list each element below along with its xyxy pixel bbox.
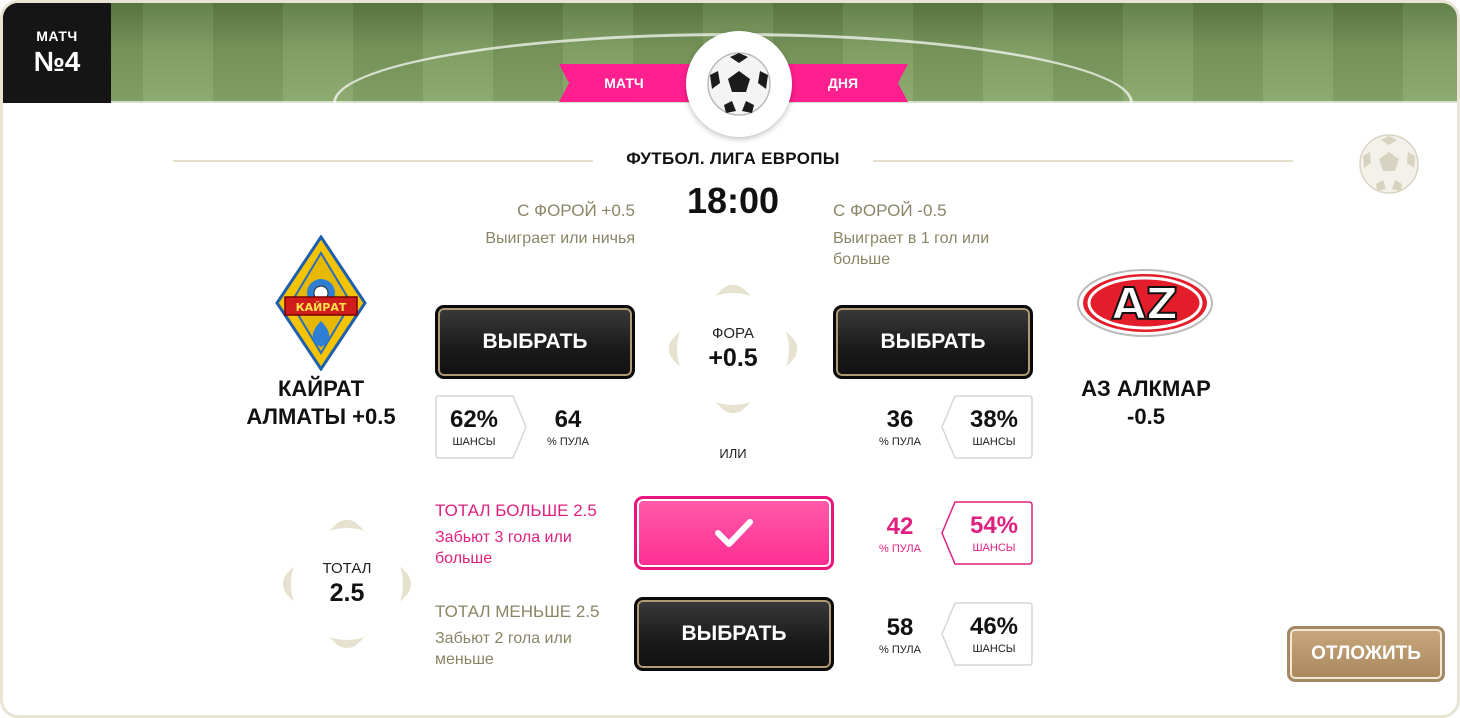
total-under-chance-pct: 46%: [969, 613, 1019, 640]
total-over-desc-line1: Забьют 3 гола или: [435, 529, 572, 546]
away-logo-text: AZ: [1112, 279, 1178, 330]
away-pool-label: % ПУЛА: [879, 436, 921, 448]
total-under-pool: 58 % ПУЛА: [865, 614, 935, 656]
home-team-name-line2: АЛМАТЫ +0.5: [246, 404, 396, 429]
total-over-selected-button[interactable]: [634, 496, 834, 570]
total-under-pool-label: % ПУЛА: [879, 644, 921, 656]
home-team-logo: КАЙРАТ: [275, 234, 367, 372]
total-label: ТОТАЛ: [322, 560, 372, 577]
checkmark-icon: [715, 519, 753, 547]
away-chance-chip: 38% ШАНСЫ: [941, 395, 1033, 459]
handicap-badge-circle: ФОРА +0.5: [677, 293, 789, 405]
away-pool-value: 36: [886, 406, 914, 433]
home-team-name-line1: КАЙРАТ: [277, 376, 365, 401]
total-over-title: ТОТАЛ БОЛЬШЕ 2.5: [435, 501, 597, 520]
handicap-value: +0.5: [708, 344, 758, 372]
total-over-pool-label: % ПУЛА: [879, 543, 921, 555]
match-number: №4: [33, 46, 81, 77]
divider-right: [873, 160, 1293, 162]
away-team-name-line2: -0.5: [1127, 404, 1165, 429]
away-handicap-desc-line1: Выиграет в 1 гол или: [833, 230, 990, 247]
total-over-desc-line2: больше: [435, 550, 493, 567]
total-over-chance-chip: 54% ШАНСЫ: [941, 501, 1033, 565]
away-chance-pct: 38%: [969, 406, 1019, 433]
home-pool: 64 % ПУЛА: [533, 406, 603, 448]
match-card: МАТЧ №4 МАТЧ ДНЯ ФУТБОЛ. ЛИГА ЕВРОПЫ 18:…: [0, 0, 1460, 718]
total-value: 2.5: [329, 579, 365, 607]
away-handicap-title: С ФОРОЙ -0.5: [833, 201, 947, 220]
away-team-logo: AZ: [1076, 268, 1214, 338]
total-badge-circle: ТОТАЛ 2.5: [291, 528, 403, 640]
handicap-label: ФОРА: [711, 325, 755, 342]
home-handicap-select-button[interactable]: ВЫБРАТЬ: [435, 305, 635, 379]
total-under-title: ТОТАЛ МЕНЬШЕ 2.5: [435, 602, 600, 621]
total-over-pool-value: 42: [886, 513, 914, 540]
total-under-select-button[interactable]: ВЫБРАТЬ: [634, 597, 834, 671]
home-team-name: КАЙРАТ АЛМАТЫ +0.5: [235, 375, 407, 431]
away-handicap-desc: Выиграет в 1 гол или больше: [833, 228, 1053, 270]
total-under-desc-line1: Забьют 2 гола или: [435, 630, 572, 647]
away-handicap-select-button[interactable]: ВЫБРАТЬ: [833, 305, 1033, 379]
total-under-desc: Забьют 2 гола или меньше: [435, 628, 635, 670]
home-handicap-title: С ФОРОЙ +0.5: [517, 201, 635, 220]
total-over-chance-label: ШАНСЫ: [972, 542, 1016, 554]
league-title: ФУТБОЛ. ЛИГА ЕВРОПЫ: [626, 149, 840, 168]
home-pool-value: 64: [554, 406, 582, 433]
home-chance-chip: 62% ШАНСЫ: [435, 395, 527, 459]
home-logo-text: КАЙРАТ: [296, 301, 347, 314]
total-under-chance-chip: 46% ШАНСЫ: [941, 602, 1033, 666]
match-label: МАТЧ: [36, 28, 78, 44]
away-team-name: АЗ АЛКМАР -0.5: [1063, 375, 1229, 431]
away-chance-label: ШАНСЫ: [972, 436, 1016, 448]
total-under-pool-value: 58: [886, 614, 914, 641]
total-over-desc: Забьют 3 гола или больше: [435, 527, 635, 569]
match-number-badge: МАТЧ №4: [3, 3, 111, 103]
match-time: 18:00: [686, 180, 780, 221]
home-handicap-desc: Выиграет или ничья: [485, 230, 635, 247]
postpone-button[interactable]: ОТЛОЖИТЬ: [1287, 626, 1445, 682]
home-chance-pct: 62%: [449, 406, 499, 433]
away-handicap-desc-line2: больше: [833, 251, 891, 268]
soccer-ball-icon: [686, 31, 792, 137]
or-label: ИЛИ: [719, 446, 747, 461]
away-team-name-line1: АЗ АЛКМАР: [1081, 376, 1211, 401]
divider-left: [173, 160, 593, 162]
away-pool: 36 % ПУЛА: [865, 406, 935, 448]
total-under-desc-line2: меньше: [435, 651, 494, 668]
home-chance-label: ШАНСЫ: [452, 436, 496, 448]
total-under-chance-label: ШАНСЫ: [972, 643, 1016, 655]
home-pool-label: % ПУЛА: [547, 436, 589, 448]
handicap-badge: ФОРА +0.5: [662, 278, 804, 420]
total-badge: ТОТАЛ 2.5: [276, 513, 418, 655]
total-over-pool: 42 % ПУЛА: [865, 513, 935, 555]
soccer-ball-small-icon: [1358, 133, 1420, 195]
total-over-chance-pct: 54%: [969, 512, 1019, 539]
